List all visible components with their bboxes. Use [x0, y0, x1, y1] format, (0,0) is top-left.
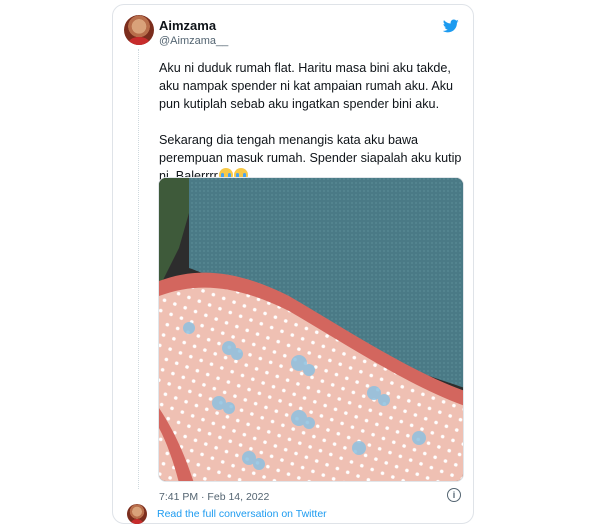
tweet-card: Aimzama @Aimzama__ Aku ni duduk rumah fl…	[112, 4, 474, 524]
read-full-conversation-link[interactable]: Read the full conversation on Twitter	[157, 508, 327, 520]
twitter-bird-icon[interactable]	[443, 18, 459, 34]
tweet-paragraph-1: Aku ni duduk rumah flat. Haritu masa bin…	[159, 61, 454, 111]
author-name[interactable]: Aimzama	[159, 18, 216, 33]
tweet-paragraph-2: Sekarang dia tengah menangis kata aku ba…	[159, 133, 462, 183]
author-handle[interactable]: @Aimzama__	[159, 35, 228, 47]
tweet-text: Aku ni duduk rumah flat. Haritu masa bin…	[159, 59, 465, 185]
info-icon[interactable]: i	[447, 488, 461, 502]
tweet-photo[interactable]	[158, 177, 464, 482]
footer-avatar[interactable]	[127, 504, 147, 524]
author-avatar[interactable]	[124, 15, 154, 45]
tweet-photo-image	[159, 178, 463, 481]
tweet-timestamp[interactable]: 7:41 PM · Feb 14, 2022	[159, 491, 269, 503]
thread-line	[138, 49, 139, 489]
